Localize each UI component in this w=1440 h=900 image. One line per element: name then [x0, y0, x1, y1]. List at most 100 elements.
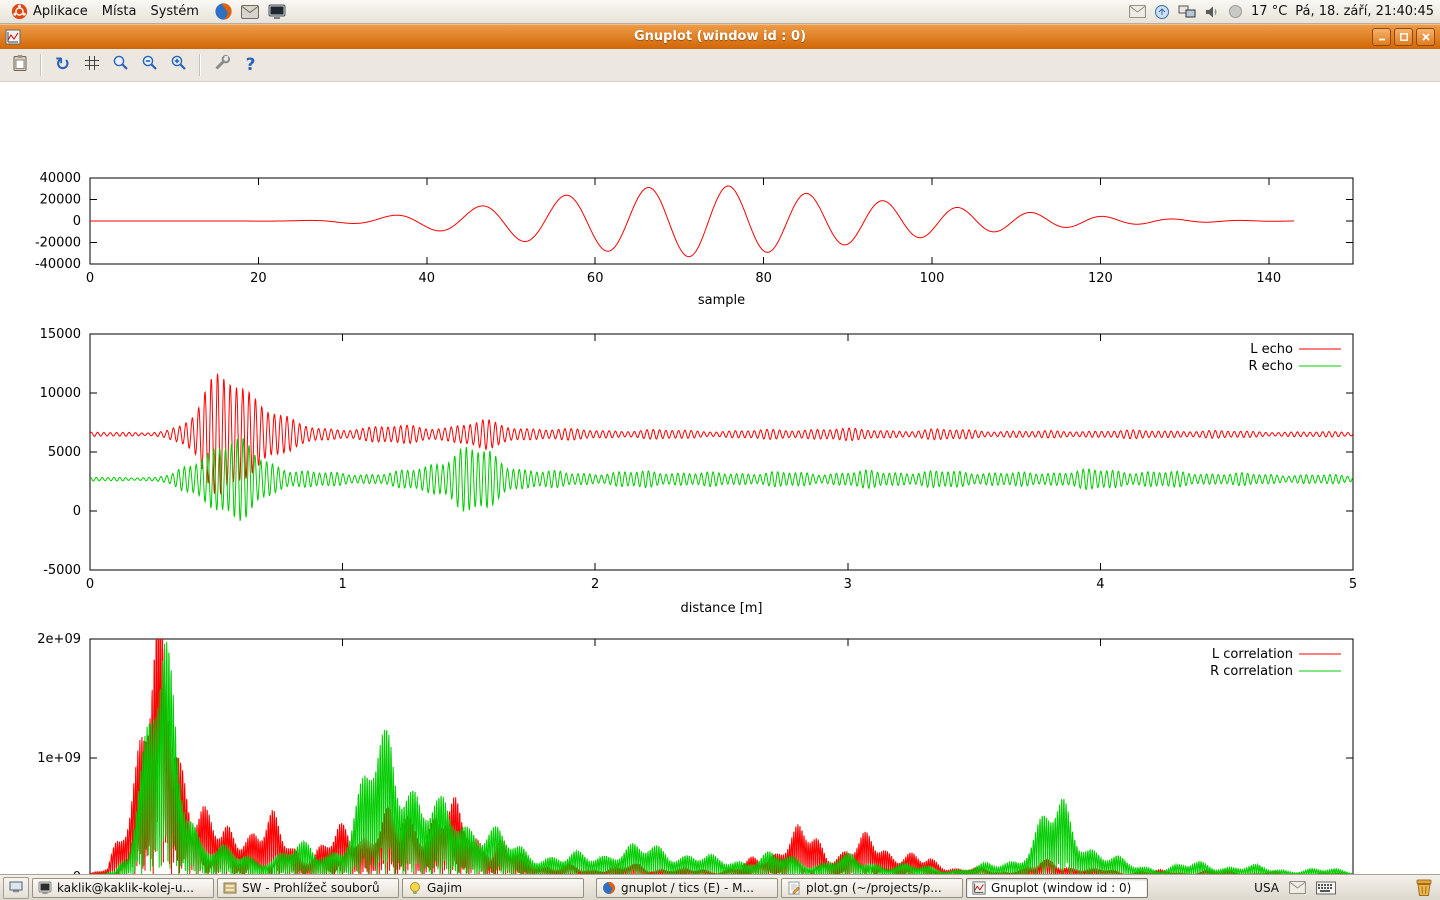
- copy-icon: [11, 54, 29, 76]
- system-menu[interactable]: Systém: [143, 2, 205, 21]
- svg-text:0: 0: [86, 577, 94, 592]
- series-r-echo: [90, 438, 1353, 520]
- grid-icon: [84, 55, 100, 75]
- series-r-correlation: [90, 642, 1353, 877]
- svg-text:2e+09: 2e+09: [37, 632, 81, 647]
- copy-clipboard-button[interactable]: [6, 52, 33, 79]
- svg-text:40000: 40000: [40, 171, 81, 186]
- trash-icon[interactable]: [1414, 878, 1434, 898]
- chart-signal[interactable]: 020406080100120140-40000-200000200004000…: [0, 166, 1440, 322]
- toolbar-separator: [40, 54, 42, 76]
- taskbar-item-label: SW - Prohlížeč souborů: [242, 881, 380, 895]
- zoom-in-button[interactable]: [165, 52, 192, 79]
- mail-launcher-icon[interactable]: [239, 1, 262, 23]
- mail-tray-icon[interactable]: [1289, 881, 1306, 894]
- svg-text:distance [m]: distance [m]: [680, 601, 762, 616]
- zoom-out-button[interactable]: [136, 52, 163, 79]
- taskbar-item-label: kaklik@kaklik-kolej-u...: [57, 881, 194, 895]
- close-button[interactable]: [1416, 28, 1435, 46]
- taskbar-item-terminal[interactable]: kaklik@kaklik-kolej-u...: [32, 878, 214, 898]
- zoom-out-icon: [141, 54, 159, 76]
- config-icon: [213, 54, 231, 76]
- svg-text:1e+09: 1e+09: [37, 751, 81, 766]
- gnuplot-canvas[interactable]: 020406080100120140-40000-200000200004000…: [0, 82, 1440, 874]
- places-menu[interactable]: Místa: [95, 2, 144, 21]
- applications-menu[interactable]: Aplikace: [4, 1, 95, 22]
- svg-text:0: 0: [73, 214, 81, 229]
- taskbar-item-label: gnuplot / tics (E) - M...: [621, 881, 754, 895]
- replot-button[interactable]: ↻: [49, 52, 76, 79]
- firefox-launcher-icon[interactable]: [212, 1, 235, 23]
- taskbar-item-editor[interactable]: plot.gn (~/projects/p...: [781, 878, 963, 898]
- text-editor-icon: [787, 881, 801, 895]
- temperature-label[interactable]: 17 °C: [1251, 4, 1287, 19]
- series-chirp-signal: [90, 186, 1294, 257]
- svg-text:5: 5: [1349, 577, 1357, 592]
- help-button[interactable]: ?: [237, 52, 264, 79]
- help-icon: ?: [246, 57, 256, 74]
- svg-text:80: 80: [755, 271, 772, 286]
- zoom-previous-button[interactable]: [107, 52, 134, 79]
- chart-echo[interactable]: 012345-5000050001000015000distance [m]L …: [0, 324, 1440, 624]
- replot-icon: ↻: [55, 56, 70, 74]
- taskbar-item-firefox[interactable]: gnuplot / tics (E) - M...: [596, 878, 778, 898]
- maximize-button[interactable]: [1394, 28, 1413, 46]
- top-panel: Aplikace Místa Systém: [0, 0, 1440, 24]
- svg-text:L correlation: L correlation: [1212, 647, 1293, 662]
- panel-status-area: 17 °C Pá, 18. září, 21:40:45: [1129, 4, 1436, 20]
- svg-text:-5000: -5000: [43, 563, 81, 578]
- window-titlebar[interactable]: Gnuplot (window id : 0): [0, 24, 1440, 49]
- svg-text:5000: 5000: [48, 445, 81, 460]
- config-button[interactable]: [208, 52, 235, 79]
- svg-text:100: 100: [920, 271, 945, 286]
- network-icon[interactable]: [1178, 5, 1196, 19]
- panel-launchers: [212, 1, 289, 23]
- ubuntu-logo-icon: [11, 3, 28, 20]
- minimize-button[interactable]: [1372, 28, 1391, 46]
- desktop: Aplikace Místa Systém: [0, 0, 1440, 900]
- bottom-taskbar: kaklik@kaklik-kolej-u... SW - Prohlížeč …: [0, 874, 1440, 900]
- taskbar-item-label: plot.gn (~/projects/p...: [806, 881, 942, 895]
- window-title: Gnuplot (window id : 0): [0, 29, 1440, 44]
- series-l-correlation: [90, 630, 1353, 877]
- svg-text:60: 60: [587, 271, 604, 286]
- file-manager-icon: [223, 881, 237, 895]
- weather-icon[interactable]: [1228, 4, 1243, 19]
- chart-correlation[interactable]: 01234501e+092e+09distance [m]L correlati…: [0, 630, 1440, 900]
- gajim-icon: [408, 881, 422, 895]
- svg-text:15000: 15000: [40, 327, 81, 342]
- taskbar-tray: USA: [1254, 878, 1437, 898]
- clock[interactable]: Pá, 18. září, 21:40:45: [1295, 4, 1434, 19]
- gnuplot-icon: [972, 881, 986, 895]
- svg-text:140: 140: [1256, 271, 1281, 286]
- svg-text:-20000: -20000: [35, 236, 81, 251]
- system-menu-label: Systém: [150, 4, 198, 19]
- mail-icon[interactable]: [1129, 5, 1146, 18]
- svg-text:20: 20: [250, 271, 267, 286]
- svg-text:0: 0: [73, 504, 81, 519]
- volume-icon[interactable]: [1204, 5, 1220, 19]
- taskbar-item-label: Gajim: [427, 881, 462, 895]
- window-controls: [1372, 28, 1435, 46]
- svg-text:40: 40: [419, 271, 436, 286]
- keyboard-tray-icon[interactable]: [1316, 881, 1336, 895]
- svg-text:-40000: -40000: [35, 257, 81, 272]
- svg-text:sample: sample: [698, 293, 745, 308]
- places-menu-label: Místa: [102, 4, 137, 19]
- terminal-launcher-icon[interactable]: [266, 1, 289, 23]
- show-desktop-button[interactable]: [3, 877, 29, 899]
- taskbar-item-gnuplot[interactable]: Gnuplot (window id : 0): [966, 878, 1148, 898]
- sync-icon[interactable]: [1154, 4, 1170, 20]
- grid-button[interactable]: [78, 52, 105, 79]
- svg-text:2: 2: [591, 577, 599, 592]
- taskbar-item-gajim[interactable]: Gajim: [402, 878, 584, 898]
- keyboard-layout-indicator[interactable]: USA: [1254, 881, 1279, 895]
- svg-text:20000: 20000: [40, 193, 81, 208]
- svg-text:L echo: L echo: [1250, 342, 1293, 357]
- svg-text:1: 1: [338, 577, 346, 592]
- svg-text:4: 4: [1096, 577, 1104, 592]
- zoom-icon: [112, 54, 130, 76]
- toolbar-separator: [199, 54, 201, 76]
- taskbar-item-file-manager[interactable]: SW - Prohlížeč souborů: [217, 878, 399, 898]
- svg-text:10000: 10000: [40, 386, 81, 401]
